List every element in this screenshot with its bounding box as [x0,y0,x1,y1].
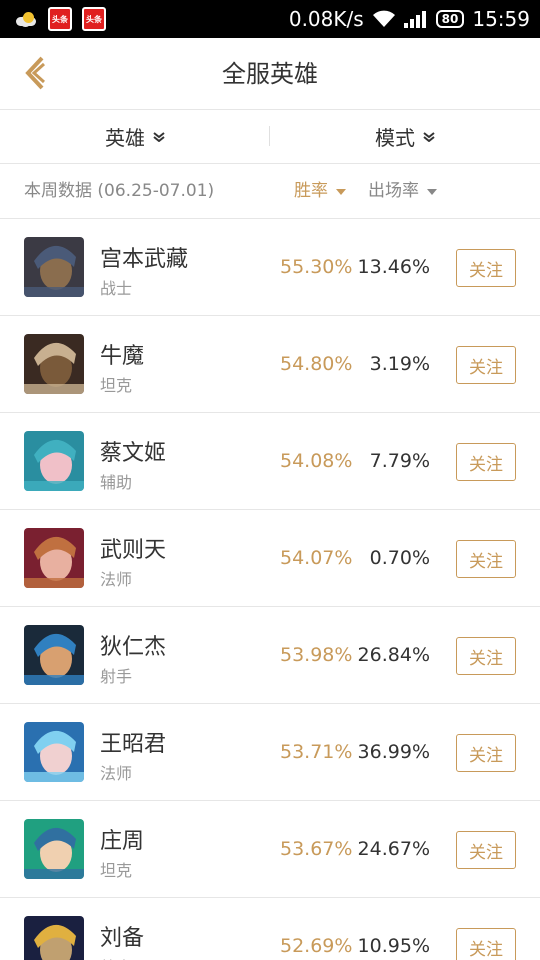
hero-win-rate: 52.69% [280,935,353,957]
follow-button[interactable]: 关注 [456,249,516,287]
hero-name: 狄仁杰 [100,635,167,660]
status-bar: 头条 头条 0.08K/s 80 15:59 [0,0,540,38]
follow-button[interactable]: 关注 [456,928,516,960]
hero-avatar [24,528,84,588]
follow-button[interactable]: 关注 [456,831,516,869]
app-notification-icon: 头条 [82,7,106,31]
status-bar-left: 头条 头条 [14,7,106,31]
mode-filter-dropdown[interactable]: 模式 [270,110,540,163]
page-title: 全服英雄 [222,60,318,88]
hero-avatar [24,722,84,782]
hero-pick-rate: 7.79% [369,450,430,472]
hero-row[interactable]: 武则天 法师 54.07% 0.70% 关注 [0,510,540,607]
caret-down-icon [336,188,346,195]
hero-avatar [24,625,84,685]
week-range-label: 本周数据 (06.25-07.01) [24,181,215,201]
hero-win-rate: 55.30% [280,256,353,278]
clock: 15:59 [472,7,530,31]
hero-pick-rate: 3.19% [369,353,430,375]
hero-win-rate: 53.98% [280,644,353,666]
hero-name: 武则天 [100,538,167,563]
hero-role: 战士 [100,279,133,298]
sort-row: 本周数据 (06.25-07.01) 胜率 出场率 [0,164,540,219]
hero-role: 坦克 [100,376,133,395]
hero-pick-rate: 13.46% [357,256,430,278]
hero-pick-rate: 24.67% [357,838,430,860]
hero-row[interactable]: 庄周 坦克 53.67% 24.67% 关注 [0,801,540,898]
filter-bar: 英雄 模式 [0,110,540,164]
signal-icon [403,10,428,28]
hero-role: 辅助 [100,473,133,492]
hero-name: 刘备 [100,926,145,951]
hero-win-rate: 54.07% [280,547,353,569]
caret-down-icon [427,188,437,195]
hero-row[interactable]: 牛魔 坦克 54.80% 3.19% 关注 [0,316,540,413]
hero-name: 宫本武藏 [100,247,189,272]
hero-role: 法师 [100,764,133,783]
network-speed: 0.08K/s [288,7,364,31]
app-header: 全服英雄 [0,38,540,110]
chevron-down-icon [153,131,165,142]
back-arrow-icon [25,56,46,90]
hero-row[interactable]: 狄仁杰 射手 53.98% 26.84% 关注 [0,607,540,704]
app-notification-icon: 头条 [48,7,72,31]
hero-name: 蔡文姬 [100,441,167,466]
chevron-down-icon [423,131,435,142]
hero-row[interactable]: 刘备 战士 52.69% 10.95% 关注 [0,898,540,960]
sort-win-rate-label: 胜率 [294,181,328,201]
hero-role: 射手 [100,667,133,686]
weather-icon [14,11,38,27]
hero-avatar [24,237,84,297]
hero-role: 法师 [100,570,133,589]
mode-filter-label: 模式 [375,126,415,150]
hero-name: 牛魔 [100,344,145,369]
hero-row[interactable]: 蔡文姬 辅助 54.08% 7.79% 关注 [0,413,540,510]
hero-avatar [24,819,84,879]
hero-avatar [24,334,84,394]
follow-button[interactable]: 关注 [456,734,516,772]
sort-pick-rate-button[interactable]: 出场率 [368,164,437,219]
hero-list: 宫本武藏 战士 55.30% 13.46% 关注 牛魔 坦克 54.80% 3.… [0,219,540,960]
follow-button[interactable]: 关注 [456,540,516,578]
hero-filter-label: 英雄 [105,126,145,150]
status-bar-right: 0.08K/s 80 15:59 [289,0,530,38]
battery-icon: 80 [435,10,465,28]
hero-role: 坦克 [100,861,133,880]
hero-pick-rate: 36.99% [357,741,430,763]
hero-win-rate: 53.71% [280,741,353,763]
sort-pick-rate-label: 出场率 [368,181,419,201]
wifi-icon [372,10,395,27]
hero-win-rate: 53.67% [280,838,353,860]
hero-avatar [24,916,84,960]
hero-name: 庄周 [100,829,145,854]
follow-button[interactable]: 关注 [456,443,516,481]
sort-win-rate-button[interactable]: 胜率 [294,164,346,219]
hero-pick-rate: 10.95% [357,935,430,957]
hero-win-rate: 54.80% [280,353,353,375]
follow-button[interactable]: 关注 [456,637,516,675]
hero-row[interactable]: 宫本武藏 战士 55.30% 13.46% 关注 [0,219,540,316]
hero-name: 王昭君 [100,732,167,757]
hero-role: 战士 [100,954,132,960]
hero-row[interactable]: 王昭君 法师 53.71% 36.99% 关注 [0,704,540,801]
hero-pick-rate: 0.70% [369,547,430,569]
hero-avatar [24,431,84,491]
back-button[interactable] [20,56,60,92]
hero-filter-dropdown[interactable]: 英雄 [0,110,270,163]
hero-win-rate: 54.08% [280,450,353,472]
hero-pick-rate: 26.84% [357,644,430,666]
follow-button[interactable]: 关注 [456,346,516,384]
